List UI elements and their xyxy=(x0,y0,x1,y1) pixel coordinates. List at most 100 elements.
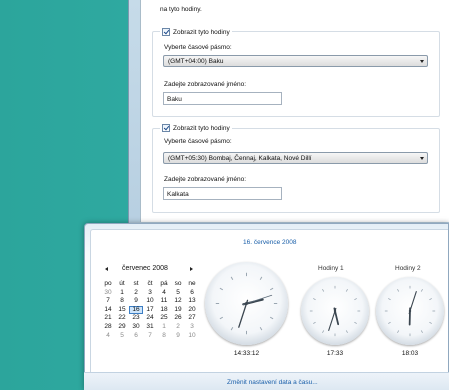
clock-center xyxy=(408,309,412,313)
show-clock-1-checkbox[interactable]: Zobrazit tyto hodiny xyxy=(160,28,232,36)
calendar-day-selected[interactable]: 16 xyxy=(129,305,143,315)
change-date-time-settings-link[interactable]: Změnit nastavení data a času... xyxy=(227,379,318,386)
calendar-day[interactable]: 6 xyxy=(129,332,143,341)
timezone-2-select[interactable]: (GMT+05:30) Bombaj, Čennaj, Kalkata, Nov… xyxy=(163,152,428,164)
clock-tick xyxy=(388,298,391,301)
calendar-day[interactable]: 8 xyxy=(157,332,171,341)
calendar-day[interactable]: 7 xyxy=(101,297,115,306)
calendar-day[interactable]: 20 xyxy=(185,306,199,315)
clock-tick xyxy=(313,298,316,301)
calendar-week-row: 28 29 30 31 1 2 3 xyxy=(101,323,199,332)
clock-tick xyxy=(345,289,348,292)
calendar-day[interactable]: 24 xyxy=(143,314,157,323)
clock-tick xyxy=(259,326,263,331)
calendar-weekday-row: po út st čt pá so ne xyxy=(101,280,199,289)
weekday-header: st xyxy=(133,280,139,287)
clock-tick xyxy=(230,276,234,281)
clock-2-face xyxy=(376,277,444,345)
clock-tick xyxy=(322,330,325,333)
show-clock-2-checkbox[interactable]: Zobrazit tyto hodiny xyxy=(160,124,232,132)
calendar-day[interactable]: 28 xyxy=(101,323,115,332)
local-clock-time: 14:33:12 xyxy=(233,350,260,357)
timezone-1-label: Vyberte časové pásmo: xyxy=(164,44,232,51)
display-name-1-label: Zadejte zobrazované jméno: xyxy=(164,81,247,88)
calendar-day[interactable]: 2 xyxy=(129,289,143,298)
show-clock-1-label: Zobrazit tyto hodiny xyxy=(173,28,230,36)
clock-tick xyxy=(313,321,316,324)
calendar-next-arrow-icon[interactable] xyxy=(190,267,193,271)
show-clock-2-label: Zobrazit tyto hodiny xyxy=(173,124,230,132)
calendar-day[interactable]: 19 xyxy=(171,306,185,315)
clock-tick xyxy=(269,316,274,320)
weekday-header: po xyxy=(104,280,112,287)
clock-tick xyxy=(345,330,348,333)
clock-tick xyxy=(388,321,391,324)
clock-tick xyxy=(219,316,224,320)
date-header-link[interactable]: 16. července 2008 xyxy=(243,239,296,246)
calendar-day[interactable]: 11 xyxy=(157,297,171,306)
calendar-day[interactable]: 9 xyxy=(129,297,143,306)
clock-tick xyxy=(354,321,357,324)
clock-1-face xyxy=(301,277,369,345)
calendar-grid: po út st čt pá so ne 30 1 2 3 4 5 6 7 8 9 10 11 12 13… xyxy=(101,280,199,340)
calendar-day[interactable]: 1 xyxy=(115,289,129,298)
calendar-day[interactable]: 30 xyxy=(129,323,143,332)
calendar-day[interactable]: 18 xyxy=(157,306,171,315)
calendar-day[interactable]: 30 xyxy=(101,289,115,298)
calendar-day[interactable]: 8 xyxy=(115,297,129,306)
dropdown-arrow-icon xyxy=(420,157,424,160)
timezone-2-label: Vyberte časové pásmo: xyxy=(164,138,232,145)
calendar-day[interactable]: 3 xyxy=(143,289,157,298)
calendar-day[interactable]: 17 xyxy=(143,306,157,315)
clock-hands xyxy=(215,272,278,335)
calendar-day[interactable]: 5 xyxy=(171,289,185,298)
calendar-day[interactable]: 27 xyxy=(185,314,199,323)
checkbox-checked-icon[interactable] xyxy=(162,28,170,36)
calendar-day[interactable]: 31 xyxy=(143,323,157,332)
clock-tick xyxy=(397,289,400,292)
clock-tick xyxy=(230,326,234,331)
clock-hands xyxy=(309,285,361,337)
clock-tick xyxy=(420,330,423,333)
weekday-header: čt xyxy=(147,280,153,287)
weekday-header: ne xyxy=(188,280,196,287)
display-name-2-input[interactable]: Kalkata xyxy=(163,187,282,200)
calendar-day[interactable]: 22 xyxy=(115,314,129,323)
timezone-2-value: (GMT+05:30) Bombaj, Čennaj, Kalkata, Nov… xyxy=(168,155,312,162)
clock-tick xyxy=(269,287,274,291)
clock-tick xyxy=(322,289,325,292)
calendar-week-row: 30 1 2 3 4 5 6 xyxy=(101,289,199,298)
calendar-week-row: 21 22 23 24 25 26 27 xyxy=(101,314,199,323)
calendar-day[interactable]: 10 xyxy=(185,332,199,341)
clock-tick xyxy=(259,276,263,281)
calendar-day[interactable]: 15 xyxy=(115,306,129,315)
calendar-day[interactable]: 1 xyxy=(157,323,171,332)
calendar-day[interactable]: 5 xyxy=(115,332,129,341)
calendar-day[interactable]: 10 xyxy=(143,297,157,306)
clock-tick xyxy=(420,289,423,292)
calendar-day[interactable]: 9 xyxy=(171,332,185,341)
calendar-day[interactable]: 3 xyxy=(185,323,199,332)
calendar-day[interactable]: 21 xyxy=(101,314,115,323)
calendar-day[interactable]: 6 xyxy=(185,289,199,298)
calendar-day[interactable]: 26 xyxy=(171,314,185,323)
calendar-day[interactable]: 14 xyxy=(101,306,115,315)
calendar-day[interactable]: 25 xyxy=(157,314,171,323)
checkbox-checked-icon[interactable] xyxy=(162,124,170,132)
calendar-day[interactable]: 29 xyxy=(115,323,129,332)
clock-tick xyxy=(429,321,432,324)
calendar-day[interactable]: 12 xyxy=(171,297,185,306)
clock-1-time: 17:33 xyxy=(326,350,344,357)
calendar-month-label[interactable]: červenec 2008 xyxy=(122,265,168,272)
calendar-day[interactable]: 23 xyxy=(129,314,143,323)
calendar-day[interactable]: 13 xyxy=(185,297,199,306)
intro-text: na tyto hodiny. xyxy=(160,6,202,13)
calendar-day[interactable]: 4 xyxy=(101,332,115,341)
weekday-header: út xyxy=(119,280,125,287)
calendar-prev-arrow-icon[interactable] xyxy=(105,267,108,271)
timezone-1-select[interactable]: (GMT+04:00) Baku xyxy=(163,55,428,67)
calendar-day[interactable]: 7 xyxy=(143,332,157,341)
calendar-day[interactable]: 4 xyxy=(157,289,171,298)
calendar-day[interactable]: 2 xyxy=(171,323,185,332)
display-name-1-input[interactable]: Baku xyxy=(163,92,282,105)
